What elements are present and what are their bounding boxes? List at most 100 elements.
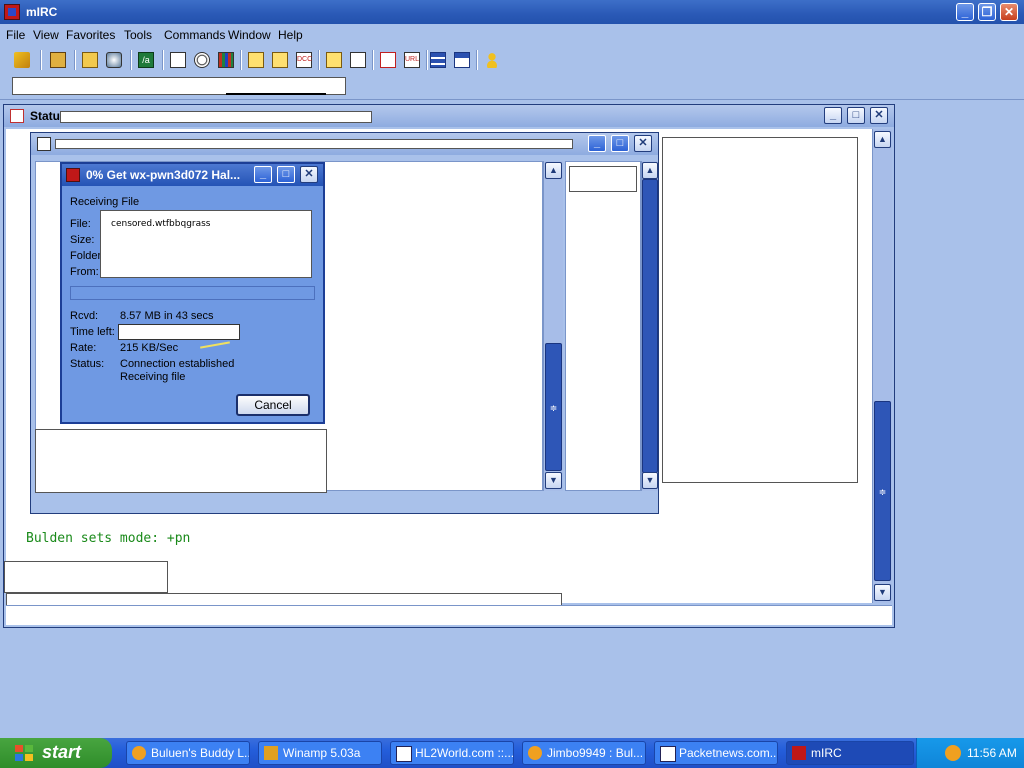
rcvd-label: Rcvd: [70, 310, 99, 322]
menu-view[interactable]: View [33, 28, 59, 42]
redaction-box [35, 429, 327, 493]
channel-window-title-bar[interactable]: _ □ ✕ [31, 133, 658, 155]
tile-icon[interactable] [430, 52, 446, 68]
annotation-arrow-icon [200, 341, 230, 349]
messenger-tray-icon[interactable] [945, 745, 961, 761]
status-scrollbar[interactable]: ▲ ≑ ▼ [872, 129, 892, 603]
size-label: Size: [70, 234, 95, 246]
close-button[interactable]: ✕ [1000, 3, 1018, 21]
channel-minimize-button[interactable]: _ [588, 135, 606, 152]
file-label: File: [70, 218, 91, 230]
status-label: Status: [70, 358, 105, 370]
browser-icon [396, 746, 412, 762]
channel-title-redacted [55, 139, 573, 149]
nicklist[interactable] [565, 161, 641, 491]
channel-scrollbar[interactable]: ▲ ≑ ▼ [543, 161, 563, 491]
mirc-app-icon [4, 4, 20, 20]
menu-commands[interactable]: Commands [164, 28, 225, 42]
status-title-redacted [60, 111, 372, 123]
scroll-down-arrow-icon[interactable]: ▼ [642, 472, 658, 489]
chat-icon[interactable] [272, 52, 288, 68]
from-label: From: [70, 266, 99, 278]
redaction-box [569, 166, 637, 192]
file-info-box: censored.wtfbbqgrass [100, 210, 312, 278]
timer-icon[interactable] [194, 52, 210, 68]
status-window-icon [10, 109, 24, 123]
switchbar-active-underline [226, 93, 326, 95]
start-label: start [42, 742, 82, 762]
notes-icon[interactable] [350, 52, 366, 68]
toolbar: /a DCC URL [0, 44, 1024, 76]
options-icon[interactable] [50, 52, 66, 68]
text-icon[interactable]: URL [404, 52, 420, 68]
connect-icon[interactable] [14, 52, 30, 68]
scripts-editor-icon[interactable]: /a [138, 52, 154, 68]
status-value-line1: Connection established [120, 358, 235, 370]
channel-maximize-button[interactable]: □ [611, 135, 629, 152]
rate-value: 215 KB/Sec [120, 342, 179, 354]
status-window-title-bar[interactable]: Statu _ □ ✕ [4, 105, 894, 127]
notify-icon[interactable] [326, 52, 342, 68]
switchbar [0, 76, 1024, 100]
winamp-icon [264, 746, 278, 760]
address-book-icon[interactable] [170, 52, 186, 68]
minimize-button[interactable]: _ [956, 3, 974, 21]
scroll-up-arrow-icon[interactable]: ▲ [874, 131, 891, 148]
clock: 11:56 AM [967, 746, 1017, 760]
cancel-button[interactable]: Cancel [236, 394, 310, 416]
scroll-up-arrow-icon[interactable]: ▲ [545, 162, 562, 179]
user-icon[interactable] [484, 52, 500, 68]
rcvd-value: 8.57 MB in 43 secs [120, 310, 214, 322]
app-title: mIRC [26, 5, 58, 19]
taskbar-item-packetnews[interactable]: Packetnews.com... [654, 741, 778, 765]
colors-icon[interactable] [218, 52, 234, 68]
dcc-minimize-button[interactable]: _ [254, 166, 272, 183]
system-tray: 11:56 AM [916, 738, 1024, 768]
scroll-down-arrow-icon[interactable]: ▼ [874, 584, 891, 601]
menu-window[interactable]: Window [228, 28, 271, 42]
status-close-button[interactable]: ✕ [870, 107, 888, 124]
status-maximize-button[interactable]: □ [847, 107, 865, 124]
file-name: censored.wtfbbqgrass [111, 219, 211, 229]
nicklist-scrollbar[interactable]: ▲ ▼ [641, 161, 658, 491]
menu-bar: File View Favorites Tools Commands Windo… [0, 24, 1024, 44]
start-button[interactable]: start [0, 738, 112, 768]
scroll-thumb[interactable]: ≑ [545, 343, 562, 471]
menu-help[interactable]: Help [278, 28, 303, 42]
taskbar-item-hl2world[interactable]: HL2World.com ::... [390, 741, 514, 765]
send-file-icon[interactable] [248, 52, 264, 68]
browser-icon [660, 746, 676, 762]
scroll-up-arrow-icon[interactable]: ▲ [642, 162, 658, 179]
main-title-bar[interactable]: mIRC _ ❐ ✕ [0, 0, 1024, 24]
rate-label: Rate: [70, 342, 97, 354]
scroll-thumb[interactable] [642, 179, 658, 473]
taskbar-item-buddy-list[interactable]: Buluen's Buddy L... [126, 741, 250, 765]
status-input-field[interactable] [6, 605, 892, 625]
urls-icon[interactable] [380, 52, 396, 68]
channel-close-button[interactable]: ✕ [634, 135, 652, 152]
cascade-icon[interactable] [454, 52, 470, 68]
scroll-thumb[interactable]: ≑ [874, 401, 891, 581]
status-minimize-button[interactable]: _ [824, 107, 842, 124]
redaction-box [662, 137, 858, 483]
menu-favorites[interactable]: Favorites [66, 28, 115, 42]
dcc-heading: Receiving File [70, 196, 140, 208]
dcc-close-button[interactable]: ✕ [300, 166, 318, 183]
channels-folder-icon[interactable] [82, 52, 98, 68]
restore-button[interactable]: ❐ [978, 3, 996, 21]
dcc-get-dialog[interactable]: 0% Get wx-pwn3d072 Hal... _ □ ✕ Receivin… [60, 162, 325, 424]
scroll-down-arrow-icon[interactable]: ▼ [545, 472, 562, 489]
menu-tools[interactable]: Tools [124, 28, 152, 42]
windows-flag-icon [15, 745, 33, 761]
dcc-dialog-title-bar[interactable]: 0% Get wx-pwn3d072 Hal... _ □ ✕ [62, 164, 323, 186]
server-icon[interactable] [106, 52, 122, 68]
dcc-icon[interactable]: DCC [296, 52, 312, 68]
taskbar-item-jimbo[interactable]: Jimbo9949 : Bul... [522, 741, 646, 765]
taskbar-item-winamp[interactable]: Winamp 5.03a [258, 741, 382, 765]
chat-person-icon [528, 746, 542, 760]
menu-file[interactable]: File [6, 28, 25, 42]
time-left-value-redacted [118, 324, 240, 340]
dcc-maximize-button[interactable]: □ [277, 166, 295, 183]
status-value-line2: Receiving file [120, 371, 186, 383]
taskbar-item-mirc[interactable]: mIRC [786, 741, 914, 765]
